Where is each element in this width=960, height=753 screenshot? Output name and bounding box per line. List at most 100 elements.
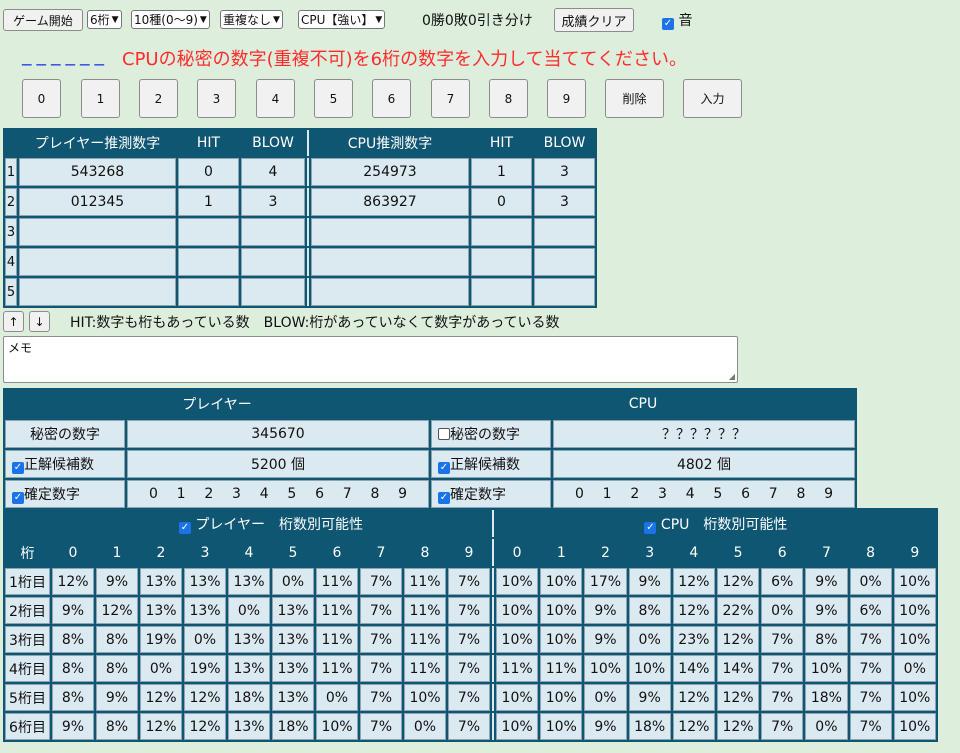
key-4-button[interactable]: 4 <box>256 79 295 118</box>
cpu-blow-cell: 3 <box>534 158 595 186</box>
fixed-digit: 5 <box>713 486 723 502</box>
input-display: ______ <box>22 44 109 66</box>
duplicate-select[interactable]: 重複なし ▼ <box>220 10 283 29</box>
cpu-hit-cell: 1 <box>471 158 532 186</box>
cpu-probability-cell: 18% <box>805 684 848 711</box>
cpu-probability-title-text: CPU 桁数別可能性 <box>660 516 788 533</box>
resize-grip-icon[interactable]: ◢ <box>729 372 735 381</box>
cpu-probability-cell: 12% <box>716 568 760 595</box>
key-5-button[interactable]: 5 <box>314 79 353 118</box>
player-fixed-digits: 0 1 2 3 4 5 6 7 8 9 <box>127 480 429 508</box>
cpu-digit-header: 4 <box>689 544 699 561</box>
cpu-probability-cell: 9% <box>805 597 848 624</box>
delete-button[interactable]: 削除 <box>605 79 664 118</box>
player-fixed-toggle[interactable]: ✓ 確定数字 <box>5 480 125 508</box>
table-row: 1 543268 0 4 254973 1 3 <box>5 158 595 186</box>
cpu-probability-cell: 9% <box>584 626 627 653</box>
cpu-secret-toggle[interactable]: 秘密の数字 <box>431 420 551 448</box>
player-probability-cell: 0% <box>272 568 314 595</box>
player-candidates-toggle[interactable]: ✓ 正解候補数 <box>5 450 125 478</box>
row-number: 2 <box>5 188 17 216</box>
column-header: CPU推測数字 <box>347 136 433 152</box>
player-candidates-value: 5200 個 <box>127 450 429 478</box>
checkbox-checked-icon[interactable]: ✓ <box>438 492 450 504</box>
table-row: 5桁目 8% 9% 12% 12% 18% 13% 0% 7% 10% 7% 10% 10% 0% 9% 12… <box>5 684 936 711</box>
table-row: 1桁目 12% 9% 13% 13% 13% 0% 11% 7% 11% 7% 10% 10% 17% 9%… <box>5 568 936 595</box>
key-1-button[interactable]: 1 <box>81 79 120 118</box>
table-row: 5 <box>5 278 595 306</box>
cpu-probability-cell: 10% <box>805 655 848 682</box>
cpu-probability-cell: 10% <box>893 568 936 595</box>
cpu-level-select[interactable]: CPU【強い】 ▼ <box>298 10 386 29</box>
fixed-digit: 2 <box>630 486 640 502</box>
start-game-button[interactable]: ゲーム開始 <box>3 9 83 31</box>
chevron-down-icon: ▼ <box>111 14 119 25</box>
memo-textarea[interactable]: メモ ◢ <box>3 336 738 383</box>
cpu-probability-cell: 10% <box>540 597 583 624</box>
table-row: 3桁目 8% 8% 19% 0% 13% 13% 11% 7% 11% 7% 10% 10% 9% 0% 23… <box>5 626 936 653</box>
row-number: 5 <box>5 278 17 306</box>
sound-toggle[interactable]: ✓ 音 <box>662 10 692 30</box>
cpu-secret-value: ？？？？？？ <box>553 420 855 448</box>
key-6-button[interactable]: 6 <box>372 79 411 118</box>
cpu-guess-cell <box>311 278 469 306</box>
digits-select[interactable]: 6桁 ▼ <box>87 10 122 29</box>
fixed-digit: 2 <box>204 486 214 502</box>
cpu-fixed-toggle[interactable]: ✓ 確定数字 <box>431 480 551 508</box>
cpu-blow-cell <box>534 278 595 306</box>
checkbox-checked-icon[interactable]: ✓ <box>12 492 24 504</box>
player-probability-cell: 11% <box>404 597 446 624</box>
key-0-button[interactable]: 0 <box>22 79 61 118</box>
table-row: 6桁目 9% 8% 12% 12% 13% 18% 10% 7% 0% 7% 10% 10% 9% 18% 1… <box>5 713 936 740</box>
cpu-probability-cell: 17% <box>584 568 627 595</box>
player-blow-cell <box>241 248 305 276</box>
cpu-probability-cell: 10% <box>893 684 936 711</box>
cpu-guess-cell: 863927 <box>311 188 469 216</box>
player-probability-cell: 7% <box>360 626 402 653</box>
checkbox-checked-icon[interactable]: ✓ <box>662 18 674 30</box>
table-row: 2桁目 9% 12% 13% 13% 0% 13% 11% 7% 11% 7% 10% 10% 9% 8% 1… <box>5 597 936 624</box>
player-probability-cell: 7% <box>360 597 402 624</box>
checkbox-checked-icon[interactable]: ✓ <box>644 521 657 534</box>
player-probability-cell: 13% <box>272 655 314 682</box>
checkbox-checked-icon[interactable]: ✓ <box>178 521 191 534</box>
player-probability-cell: 8% <box>96 626 138 653</box>
player-probability-cell: 13% <box>228 713 270 740</box>
sound-label: 音 <box>678 13 693 29</box>
player-probability-title[interactable]: ✓ プレイヤー 桁数別可能性 <box>52 510 490 537</box>
clear-score-button[interactable]: 成績クリア <box>554 8 634 32</box>
player-hit-cell <box>178 218 239 246</box>
key-8-button[interactable]: 8 <box>489 79 528 118</box>
player-probability-cell: 12% <box>140 713 182 740</box>
player-probability-cell: 11% <box>316 655 358 682</box>
key-9-button[interactable]: 9 <box>547 79 586 118</box>
player-probability-cell: 18% <box>272 713 314 740</box>
key-2-button[interactable]: 2 <box>139 79 178 118</box>
column-header: HIT <box>196 135 221 151</box>
cpu-digit-header: 7 <box>821 544 831 561</box>
player-probability-cell: 7% <box>448 568 490 595</box>
cpu-digit-header: 2 <box>601 544 610 561</box>
cpu-probability-title[interactable]: ✓ CPU 桁数別可能性 <box>496 510 936 537</box>
scroll-up-button[interactable]: ↑ <box>3 311 24 332</box>
divider <box>307 130 309 156</box>
cpu-probability-cell: 10% <box>496 684 539 711</box>
row-number-header <box>5 130 17 156</box>
cpu-hit-cell <box>471 278 532 306</box>
kinds-select[interactable]: 10種(0～9) ▼ <box>131 10 210 29</box>
enter-button[interactable]: 入力 <box>683 79 742 118</box>
scroll-down-button[interactable]: ↓ <box>29 311 50 332</box>
key-3-button[interactable]: 3 <box>197 79 236 118</box>
divider <box>492 684 494 711</box>
cpu-candidates-toggle[interactable]: ✓ 正解候補数 <box>431 450 551 478</box>
memo-text: メモ <box>8 341 33 355</box>
checkbox-checked-icon[interactable]: ✓ <box>438 462 450 474</box>
key-7-button[interactable]: 7 <box>431 79 470 118</box>
checkbox-checked-icon[interactable]: ✓ <box>12 462 24 474</box>
fixed-digit: 7 <box>768 486 778 502</box>
divider <box>492 597 494 624</box>
checkbox-unchecked-icon[interactable] <box>438 428 450 440</box>
player-blow-cell: 4 <box>241 158 305 186</box>
player-guess-cell: 012345 <box>19 188 176 216</box>
cpu-probability-cell: 23% <box>672 626 715 653</box>
